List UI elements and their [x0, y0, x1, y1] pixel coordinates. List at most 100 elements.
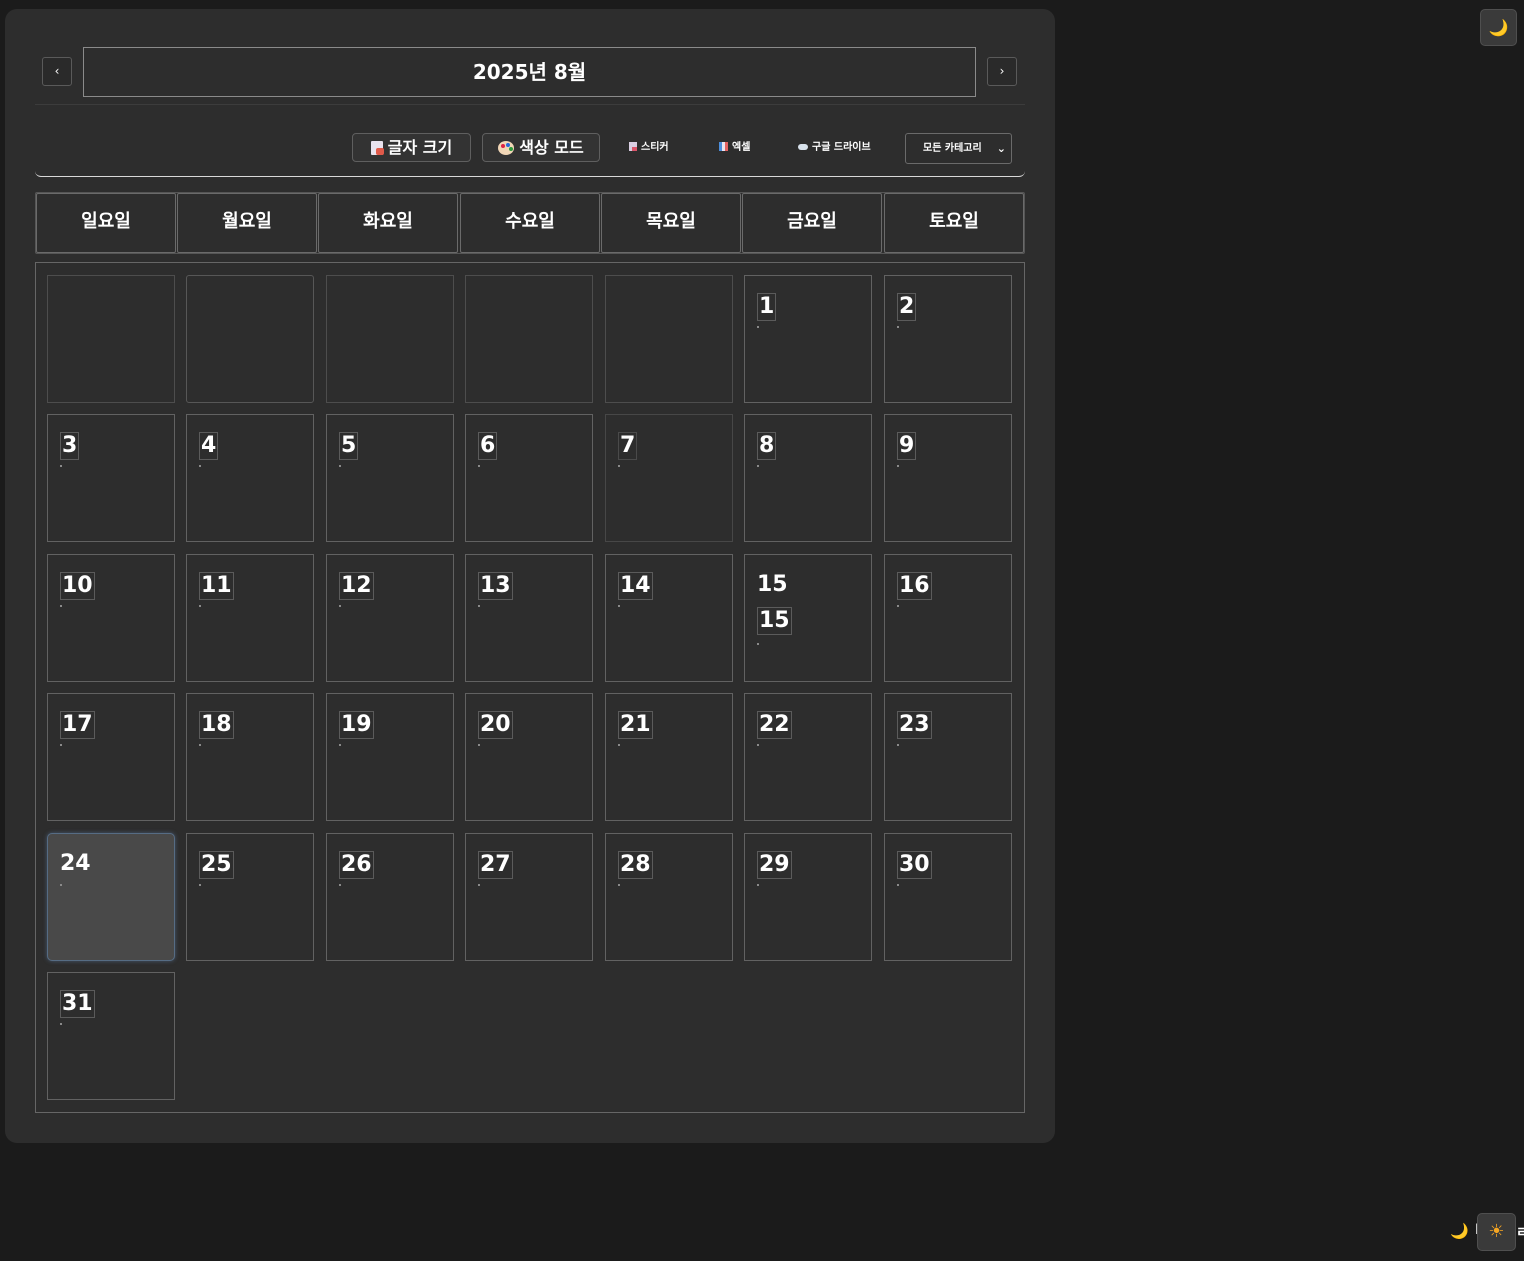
- day-cell[interactable]: 26: [326, 833, 454, 961]
- day-number: 15: [757, 572, 788, 597]
- empty-day-cell: [326, 275, 454, 403]
- day-cell[interactable]: 11: [186, 554, 314, 682]
- event-dot: [339, 744, 341, 746]
- category-selected-value: 모든 카테고리: [923, 143, 982, 154]
- day-cell[interactable]: 16: [884, 554, 1012, 682]
- day-number: 14: [618, 572, 653, 600]
- event-dot: [478, 465, 480, 467]
- day-cell[interactable]: 14: [605, 554, 733, 682]
- day-number: 17: [60, 711, 95, 739]
- day-cell[interactable]: 1: [744, 275, 872, 403]
- day-number: 4: [199, 432, 219, 460]
- day-number: 21: [618, 711, 653, 739]
- event-dot: [60, 744, 62, 746]
- day-cell[interactable]: 23: [884, 693, 1012, 821]
- dark-mode-toggle[interactable]: 🌙: [1480, 9, 1517, 46]
- event-dot: [757, 326, 759, 328]
- event-dot: [478, 744, 480, 746]
- day-number: 9: [897, 432, 917, 460]
- day-number: 29: [757, 851, 792, 879]
- excel-button[interactable]: 엑셀: [719, 140, 750, 156]
- today-day-cell[interactable]: 24: [47, 833, 175, 961]
- day-cell[interactable]: 10: [47, 554, 175, 682]
- toolbar: 글자 크기 색상 모드 스티커 엑셀 구글 드라이브 모든 카테고리 ⌄: [35, 117, 1025, 177]
- google-drive-button[interactable]: 구글 드라이브: [798, 140, 871, 156]
- weekday-monday: 월요일: [177, 193, 317, 253]
- day-cell[interactable]: 22: [744, 693, 872, 821]
- month-title: 2025년 8월: [83, 47, 976, 97]
- day-cell[interactable]: 6: [465, 414, 593, 542]
- day-cell[interactable]: 20: [465, 693, 593, 821]
- event-dot: [618, 605, 620, 607]
- event-dot: [60, 1023, 62, 1025]
- day-number: 7: [618, 432, 638, 460]
- empty-day-cell: [186, 275, 314, 403]
- category-select[interactable]: 모든 카테고리 ⌄: [905, 133, 1012, 164]
- weekday-saturday: 토요일: [884, 193, 1024, 253]
- event-dot: [339, 605, 341, 607]
- day-cell[interactable]: 18: [186, 693, 314, 821]
- moon-icon: 🌙: [1450, 1222, 1469, 1240]
- day-number: 11: [199, 572, 234, 600]
- event-dot: [478, 884, 480, 886]
- chart-icon: [719, 142, 728, 151]
- day-number: 10: [60, 572, 95, 600]
- light-mode-toggle[interactable]: ☀: [1477, 1213, 1516, 1251]
- day-cell[interactable]: 13: [465, 554, 593, 682]
- day-cell[interactable]: 4: [186, 414, 314, 542]
- empty-day-cell: [605, 275, 733, 403]
- next-month-button[interactable]: ›: [987, 57, 1017, 86]
- color-mode-button[interactable]: 색상 모드: [482, 133, 600, 162]
- day-number-duplicate: 15: [757, 607, 792, 635]
- color-mode-label: 색상 모드: [519, 138, 584, 157]
- event-dot: [897, 744, 899, 746]
- excel-label: 엑셀: [732, 142, 751, 153]
- event-dot: [897, 326, 899, 328]
- day-cell[interactable]: 7: [605, 414, 733, 542]
- day-cell[interactable]: 27: [465, 833, 593, 961]
- day-cell[interactable]: 21: [605, 693, 733, 821]
- event-dot: [199, 605, 201, 607]
- day-number: 22: [757, 711, 792, 739]
- day-number: 28: [618, 851, 653, 879]
- font-size-label: 글자 크기: [387, 138, 453, 157]
- day-cell[interactable]: 29: [744, 833, 872, 961]
- sticker-icon: [629, 142, 637, 151]
- day-cell[interactable]: 15 15: [744, 554, 872, 682]
- event-dot: [897, 465, 899, 467]
- day-number: 24: [60, 851, 91, 876]
- cloud-icon: [798, 144, 808, 150]
- event-dot: [60, 605, 62, 607]
- day-number: 30: [897, 851, 932, 879]
- day-cell[interactable]: 28: [605, 833, 733, 961]
- font-size-button[interactable]: 글자 크기: [352, 133, 471, 162]
- event-dot: [199, 744, 201, 746]
- day-number: 23: [897, 711, 932, 739]
- weekday-thursday: 목요일: [601, 193, 741, 253]
- sticker-label: 스티커: [641, 142, 669, 153]
- day-cell[interactable]: 2: [884, 275, 1012, 403]
- day-cell[interactable]: 5: [326, 414, 454, 542]
- day-number: 5: [339, 432, 359, 460]
- day-cell[interactable]: 8: [744, 414, 872, 542]
- day-cell[interactable]: 3: [47, 414, 175, 542]
- day-number: 18: [199, 711, 234, 739]
- day-cell[interactable]: 30: [884, 833, 1012, 961]
- day-number: 2: [897, 293, 917, 321]
- moon-icon: 🌙: [1488, 18, 1509, 37]
- day-number: 16: [897, 572, 932, 600]
- day-cell[interactable]: 19: [326, 693, 454, 821]
- day-cell[interactable]: 25: [186, 833, 314, 961]
- prev-month-button[interactable]: ‹: [42, 57, 72, 86]
- calendar-header: ‹ 2025년 8월 ›: [35, 39, 1025, 105]
- day-cell[interactable]: 9: [884, 414, 1012, 542]
- empty-day-cell: [47, 275, 175, 403]
- day-cell[interactable]: 12: [326, 554, 454, 682]
- day-cell[interactable]: 17: [47, 693, 175, 821]
- event-dot: [618, 744, 620, 746]
- day-cell[interactable]: 31: [47, 972, 175, 1100]
- weekday-header-row: 일요일 월요일 화요일 수요일 목요일 금요일 토요일: [35, 192, 1025, 254]
- sticker-button[interactable]: 스티커: [629, 140, 669, 156]
- floating-theme-controls: 🌙 I ☀ ㄹ: [1450, 1213, 1524, 1251]
- day-number: 26: [339, 851, 374, 879]
